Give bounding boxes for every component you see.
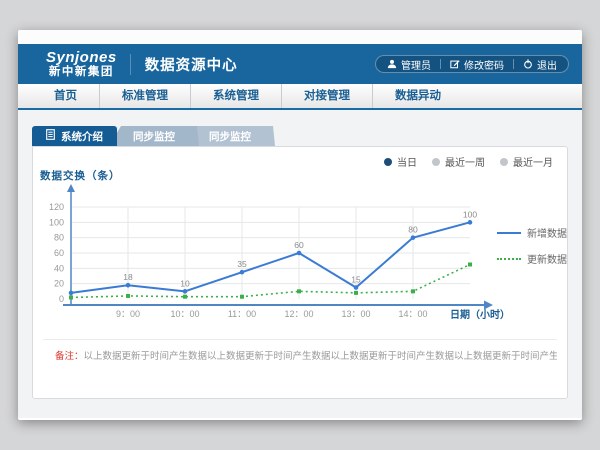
- logout-label: 退出: [537, 57, 557, 72]
- line-sample-solid-icon: [497, 232, 521, 234]
- radio-label: 最近一周: [445, 154, 485, 169]
- edit-icon: [450, 59, 460, 69]
- desktop-background: Synjones 新中新集团 数据资源中心 管理员 修改密码: [0, 0, 600, 450]
- svg-text:12：00: 12：00: [284, 309, 313, 319]
- svg-text:100: 100: [49, 217, 64, 227]
- chart-canvas: 0 20 40 60 80 100 120 9：00 10：00 11：00 12：00 13：00 1…: [36, 183, 506, 325]
- change-password-button[interactable]: 修改密码: [450, 57, 504, 72]
- tab-label: 同步监控: [209, 129, 251, 144]
- tab-sync-monitor-1[interactable]: 同步监控: [109, 126, 199, 146]
- company-logo: Synjones 新中新集团: [46, 50, 117, 78]
- power-icon: [523, 59, 533, 69]
- nav-item-standard-mgmt[interactable]: 标准管理: [100, 84, 191, 108]
- user-icon: [387, 59, 397, 69]
- svg-text:18: 18: [123, 272, 133, 282]
- svg-text:35: 35: [237, 259, 247, 269]
- svg-text:11：00: 11：00: [228, 309, 256, 319]
- document-icon: [46, 129, 55, 143]
- nav-item-home[interactable]: 首页: [32, 84, 100, 108]
- user-toolbar: 管理员 修改密码 退出: [375, 55, 569, 73]
- legend-label: 新增数据: [527, 225, 567, 240]
- line-sample-dotted-icon: [497, 258, 521, 260]
- svg-text:9：00: 9：00: [116, 309, 140, 319]
- logo-text-cn: 新中新集团: [46, 66, 117, 78]
- svg-text:日期（小时）: 日期（小时）: [450, 308, 506, 321]
- footnote-prefix: 备注：: [55, 351, 84, 362]
- toolbar-divider: [440, 59, 441, 69]
- svg-text:0: 0: [59, 294, 64, 304]
- svg-text:10：00: 10：00: [170, 309, 199, 319]
- main-nav: 首页 标准管理 系统管理 对接管理 数据异动: [18, 84, 582, 110]
- nav-item-integration-mgmt[interactable]: 对接管理: [282, 84, 373, 108]
- svg-text:40: 40: [54, 263, 64, 273]
- time-range-filter: 当日 最近一周 最近一月: [384, 154, 553, 169]
- svg-text:80: 80: [54, 233, 64, 243]
- svg-text:80: 80: [408, 225, 418, 235]
- svg-text:100: 100: [463, 209, 477, 219]
- svg-text:120: 120: [49, 202, 64, 212]
- tab-bar: 系统介绍 同步监控 同步监控: [32, 126, 275, 146]
- tab-label: 同步监控: [133, 129, 175, 144]
- logout-button[interactable]: 退出: [523, 57, 557, 72]
- svg-text:20: 20: [54, 279, 64, 289]
- footnote: 备注：以上数据更新于时间产生数据以上数据更新于时间产生数据以上数据更新于时间产生…: [55, 350, 557, 364]
- svg-text:15: 15: [351, 275, 361, 285]
- page-content: 系统介绍 同步监控 同步监控 当日 最近一周: [18, 110, 582, 418]
- toolbar-divider: [513, 59, 514, 69]
- nav-item-data-change[interactable]: 数据异动: [373, 84, 463, 108]
- tab-system-intro[interactable]: 系统介绍: [32, 126, 117, 146]
- footnote-text: 以上数据更新于时间产生数据以上数据更新于时间产生数据以上数据更新于时间产生数据以…: [84, 351, 557, 362]
- radio-label: 最近一月: [513, 154, 553, 169]
- app-header: Synjones 新中新集团 数据资源中心 管理员 修改密码: [18, 44, 582, 84]
- legend-item-updated-data[interactable]: 更新数据: [497, 251, 567, 266]
- legend-label: 更新数据: [527, 251, 567, 266]
- svg-text:10: 10: [180, 278, 190, 288]
- chart-legend: 新增数据 更新数据: [497, 225, 567, 266]
- radio-dot: [500, 158, 508, 166]
- y-axis-title: 数据交换（条）: [40, 168, 121, 183]
- brand: Synjones 新中新集团 数据资源中心: [46, 50, 238, 78]
- change-password-label: 修改密码: [464, 57, 504, 72]
- legend-item-new-data[interactable]: 新增数据: [497, 225, 567, 240]
- radio-dot: [384, 158, 392, 166]
- app-window: Synjones 新中新集团 数据资源中心 管理员 修改密码: [18, 30, 582, 420]
- chart-panel: 当日 最近一周 最近一月 数据交换（条） 0 20 40 60 80 100 120 9：00…: [32, 146, 568, 399]
- tab-label: 系统介绍: [61, 129, 103, 144]
- radio-last-week[interactable]: 最近一周: [432, 154, 485, 169]
- nav-item-system-mgmt[interactable]: 系统管理: [191, 84, 282, 108]
- svg-text:60: 60: [54, 248, 64, 258]
- browser-strip: [18, 30, 582, 44]
- svg-text:14：00: 14：00: [398, 309, 427, 319]
- svg-text:13：00: 13：00: [341, 309, 370, 319]
- user-name: 管理员: [401, 57, 431, 72]
- svg-text:60: 60: [294, 240, 304, 250]
- radio-last-month[interactable]: 最近一月: [500, 154, 553, 169]
- page-title: 数据资源中心: [130, 54, 238, 75]
- panel-divider: [43, 339, 557, 340]
- radio-label: 当日: [397, 154, 417, 169]
- radio-today[interactable]: 当日: [384, 154, 417, 169]
- current-user[interactable]: 管理员: [387, 57, 431, 72]
- logo-text-en: Synjones: [46, 50, 117, 66]
- radio-dot: [432, 158, 440, 166]
